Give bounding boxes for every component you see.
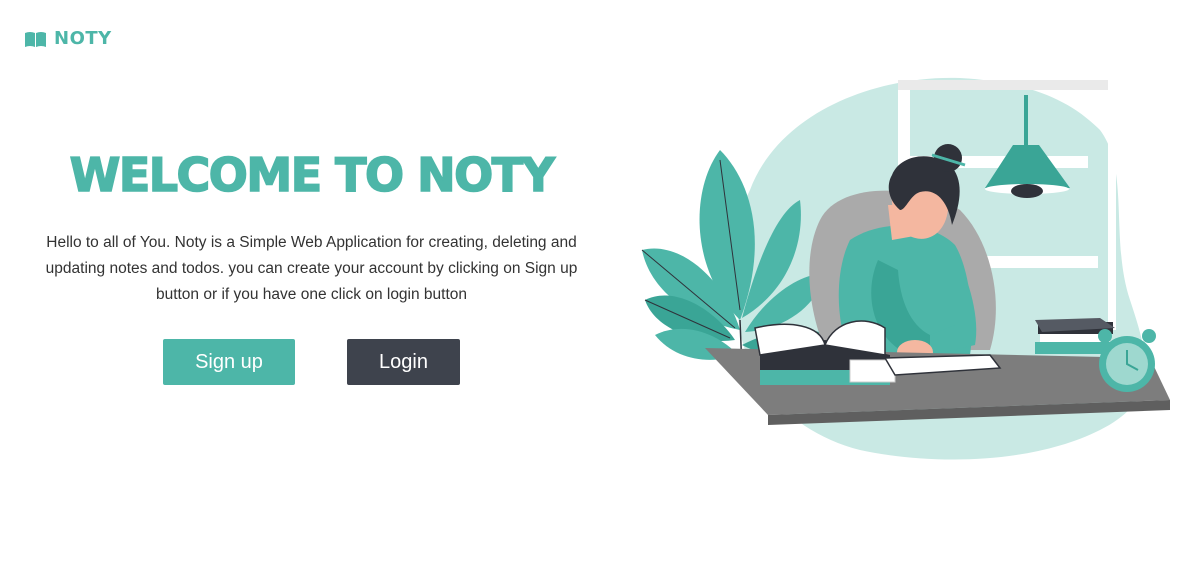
- intro-text: Hello to all of You. Noty is a Simple We…: [45, 234, 578, 303]
- alarm-clock: [1098, 329, 1156, 392]
- brand-name: NOTY: [54, 28, 112, 49]
- login-button[interactable]: Login: [347, 339, 460, 385]
- hero-illustration: [630, 70, 1190, 470]
- page-title: WELCOME TO NOTY: [69, 147, 556, 203]
- signup-button[interactable]: Sign up: [163, 339, 295, 385]
- brand-logo[interactable]: NOTY: [25, 28, 112, 49]
- book-icon: [25, 31, 46, 47]
